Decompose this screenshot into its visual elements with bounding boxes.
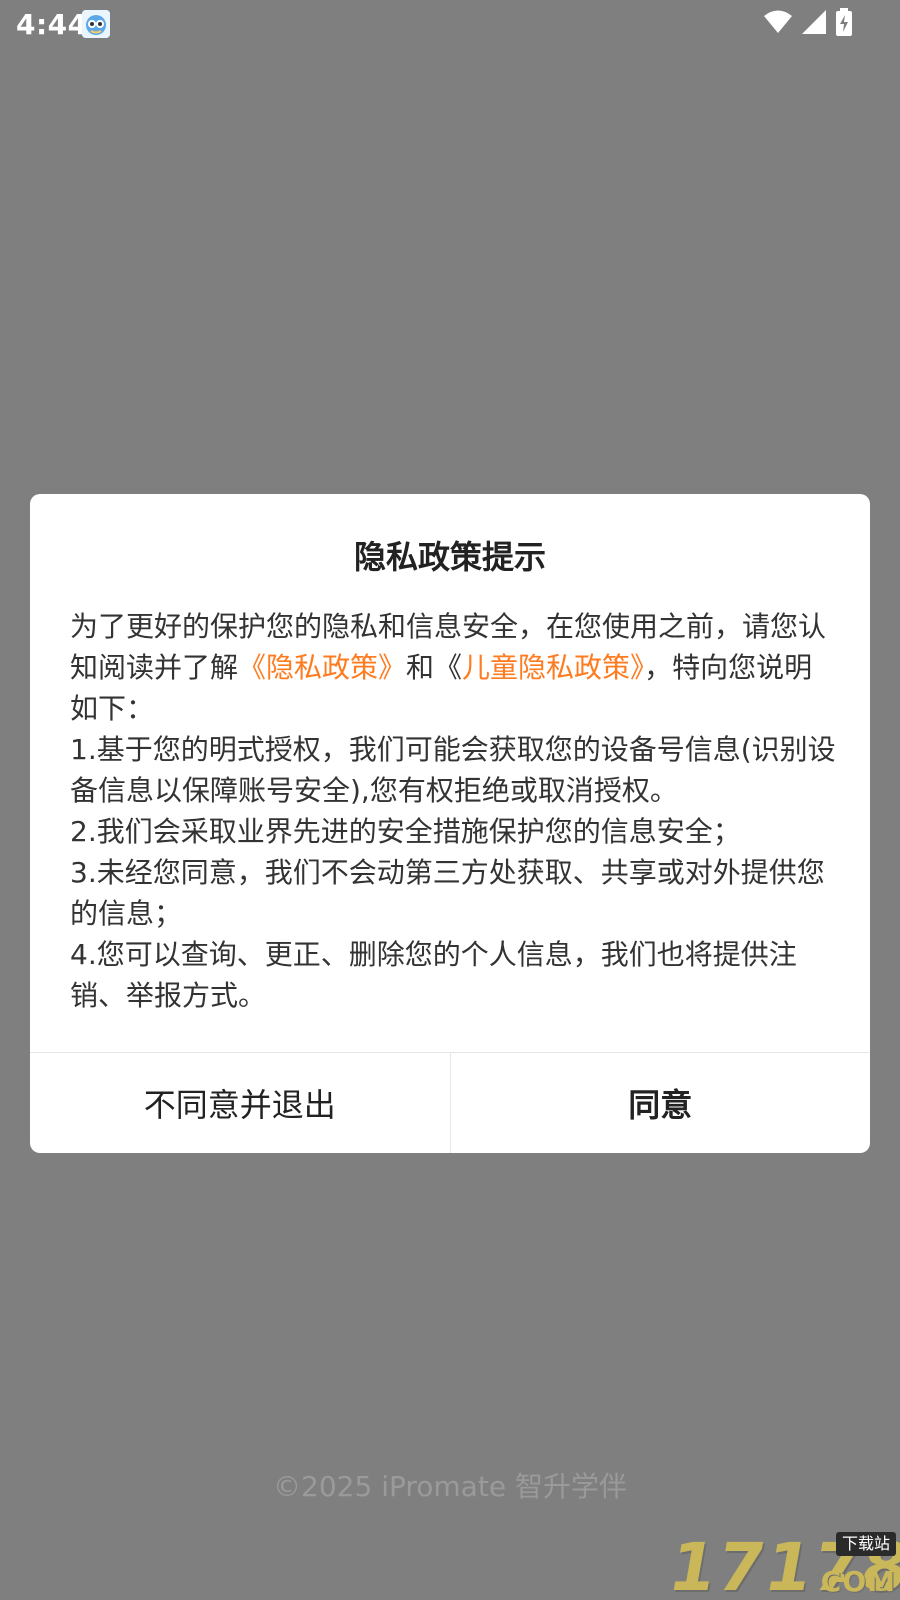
status-bar: 4:44 [0, 0, 900, 48]
dialog-body: 为了更好的保护您的隐私和信息安全，在您使用之前，请您认知阅读并了解《隐私政策》和… [70, 606, 840, 1016]
signal-icon [802, 10, 826, 38]
dialog-buttons: 不同意并退出 同意 [30, 1052, 870, 1153]
app-notification-icon [82, 10, 110, 38]
child-privacy-policy-link[interactable]: 儿童隐私政策》 [462, 651, 644, 684]
and-text: 和《 [406, 651, 463, 684]
dialog-title: 隐私政策提示 [353, 538, 546, 576]
watermark-tag: 下载站 [835, 1532, 896, 1556]
copyright-footer: ©2025 iPromate 智升学伴 [273, 1470, 627, 1503]
privacy-policy-link[interactable]: 《隐私政策》 [238, 651, 406, 684]
agree-button[interactable]: 同意 [451, 1053, 871, 1153]
dialog-item-2: 2.我们会采取业界先进的安全措施保护您的信息安全； [70, 815, 741, 848]
dialog-item-4: 4.您可以查询、更正、删除您的个人信息，我们也将提供注销、举报方式。 [70, 938, 797, 1012]
dialog-intro: 为了更好的保护您的隐私和信息安全，在您使用之前，请您认知阅读并了解《隐私政策》和… [70, 606, 840, 729]
wifi-icon [764, 10, 792, 38]
site-watermark-logo: 17178 COM 下载站 [663, 1529, 900, 1600]
dialog-item-1: 1.基于您的明式授权，我们可能会获取您的设备号信息(识别设备信息以保障账号安全)… [70, 733, 836, 807]
privacy-dialog: 隐私政策提示 为了更好的保护您的隐私和信息安全，在您使用之前，请您认知阅读并了解… [30, 494, 870, 1153]
screen: 4:44 隐私政策提示 为了更好的保护您的隐私和信息安全，在您使用之前，请您认知… [0, 0, 900, 1600]
status-time: 4:44 [16, 8, 88, 41]
battery-charging-icon [836, 8, 852, 40]
dialog-item-3: 3.未经您同意，我们不会动第三方处获取、共享或对外提供您的信息； [70, 856, 825, 930]
status-icons [764, 8, 852, 40]
disagree-exit-button[interactable]: 不同意并退出 [30, 1053, 451, 1153]
watermark-com: COM [820, 1565, 896, 1598]
